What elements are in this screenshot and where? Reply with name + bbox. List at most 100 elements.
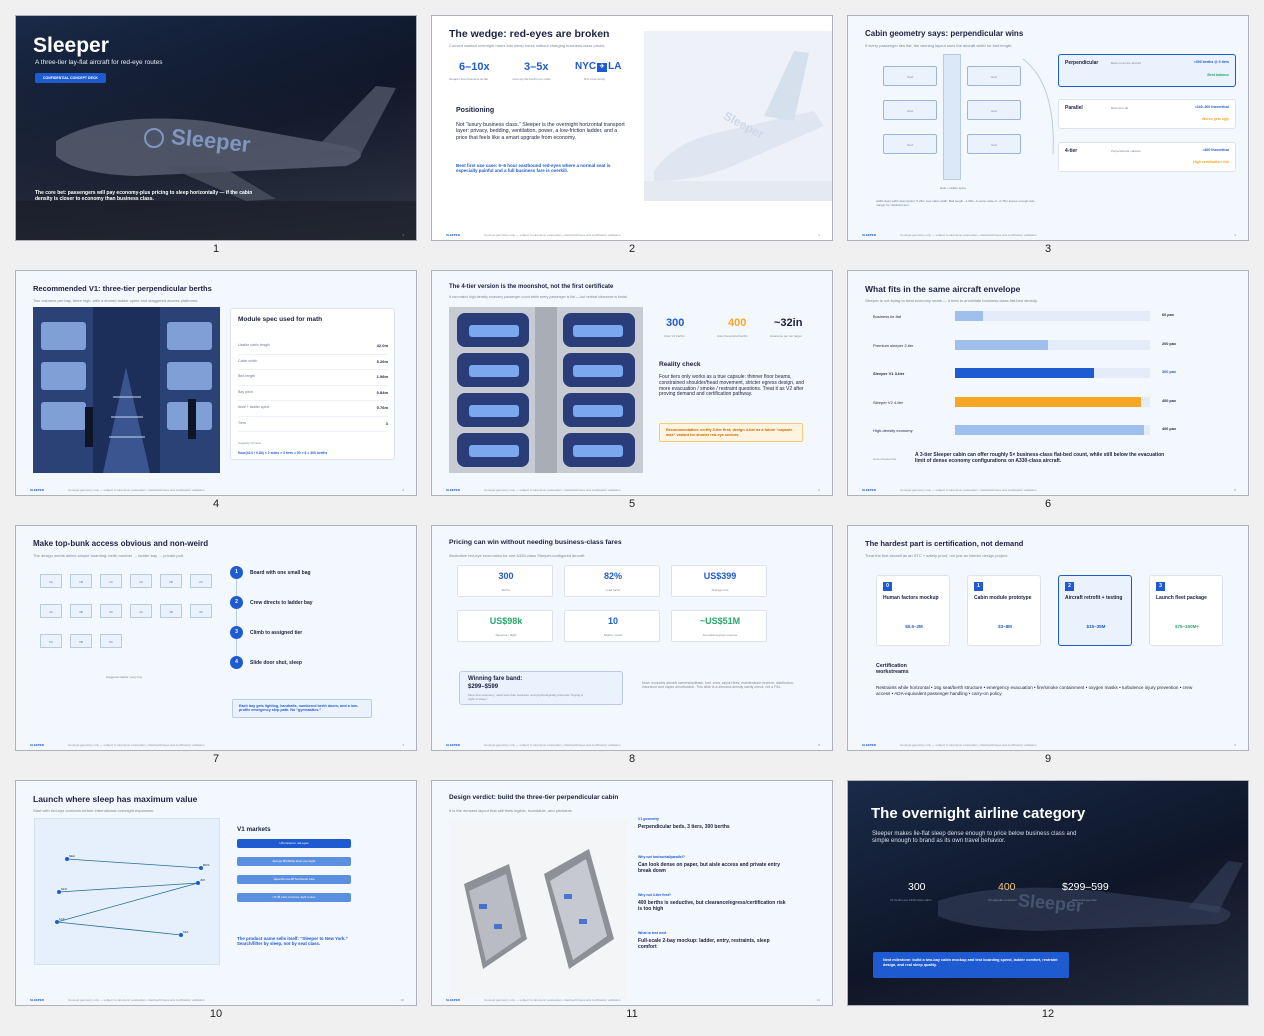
kpi-label: Berths <box>501 588 511 592</box>
market-pill[interactable]: Japan/Korea ⇄ Southeast Asia <box>237 875 351 884</box>
phase-number-badge: 3 <box>1156 582 1165 591</box>
option-tag: High certification risk <box>1193 160 1229 164</box>
berth-cell: 4A <box>130 604 152 618</box>
phase-cost: $0.5–2M <box>905 624 923 629</box>
slide-4-thumbnail[interactable]: Recommended V1: three-tier perpendicular… <box>15 270 417 496</box>
slide-8-thumbnail[interactable]: Pricing can win without needing business… <box>431 525 833 751</box>
stat-value: 300 <box>908 881 926 893</box>
option-card-4-tier[interactable]: 4-tier Perpendicular capsule ≈400 theore… <box>1058 142 1236 172</box>
slide-title: Make top-bunk access obvious and non-wei… <box>33 539 209 548</box>
slide-3-thumbnail[interactable]: Cabin geometry says: perpendicular wins … <box>847 15 1249 241</box>
verdict-value: 400 berths is seductive, but clearance/e… <box>638 900 786 912</box>
slide-title: Pricing can win without needing business… <box>449 539 622 546</box>
slide-number: 3 <box>1044 243 1052 255</box>
kpi-card: US$399 Average fare <box>671 565 767 597</box>
core-investor-line: A 3-tier Sleeper cabin can offer roughly… <box>915 452 1165 464</box>
slide-12-thumbnail[interactable]: Sleeper The overnight airline category S… <box>847 780 1249 1006</box>
phase-number-badge: 1 <box>974 582 983 591</box>
fare-band-text: More than economy, much less than busine… <box>468 693 583 701</box>
verdict-key: What to test next <box>638 931 667 935</box>
spec-value: 1.98m <box>376 374 388 379</box>
option-value: ≈300 berths @ 3 tiers <box>1193 60 1229 64</box>
fare-band-card: Winning fare band: $299–$599 More than e… <box>459 671 623 705</box>
slide-title: The 4-tier version is the moonshot, not … <box>449 284 614 290</box>
stat-label: target red-eye fare <box>1072 898 1097 902</box>
bar-fill <box>955 396 1141 407</box>
option-tag: Worse gets ugly <box>1202 117 1229 121</box>
berth-cell: 4B <box>160 604 182 618</box>
slide-10-thumbnail[interactable]: Launch where sleep has maximum value Sta… <box>15 780 417 1006</box>
footer: SLEEPER Concept geometry only — subject t… <box>30 488 206 492</box>
capacity-formula: floor(42.0 / 0.84) × 2 sides × 3 tiers =… <box>238 451 328 455</box>
next-milestone-button[interactable]: Next milestone: build a two-bay cabin mo… <box>873 952 1069 978</box>
bar-value: 300 pax <box>1162 370 1176 374</box>
kpi-label: Load factor <box>605 588 621 592</box>
kpi-card: 82% Load factor <box>564 565 660 597</box>
v1-markets-heading: V1 markets <box>237 826 271 833</box>
phase-card[interactable]: 0 Human factors mockup $0.5–2M <box>876 575 950 646</box>
kpi-card: US$98k Revenue / flight <box>457 610 553 642</box>
bar-label: High-density economy <box>873 428 913 433</box>
stat-label: V1 berths per A330-class cabin <box>890 898 932 902</box>
slide-9-thumbnail[interactable]: The hardest part is certification, not d… <box>847 525 1249 751</box>
spec-row: Cabin width 5.26m <box>238 355 388 370</box>
slide-5-thumbnail[interactable]: The 4-tier version is the moonshot, not … <box>431 270 833 496</box>
slide-title: The hardest part is certification, not d… <box>865 539 1024 548</box>
slide-subtitle: Illustrative red-eye economics for one A… <box>449 553 586 558</box>
fare-band-heading: Winning fare band: <box>468 676 523 682</box>
berth-cell: 3B <box>70 604 92 618</box>
slide-6-thumbnail[interactable]: What fits in the same aircraft envelope … <box>847 270 1249 496</box>
berth-cell: 5C <box>100 634 122 648</box>
bar-fill <box>955 339 1048 350</box>
verdict-key: V1 geometry <box>638 817 660 821</box>
page-number: 8 <box>818 743 820 747</box>
step-number-badge: 1 <box>230 566 243 579</box>
option-desc: Beds cross the aircraft <box>1111 61 1141 65</box>
deck-title: Sleeper <box>33 34 109 57</box>
phase-card[interactable]: 3 Launch fleet package $75–150M+ <box>1149 575 1223 646</box>
slide-11-thumbnail[interactable]: Design verdict: build the three-tier per… <box>431 780 833 1006</box>
page-number: 4 <box>402 488 404 492</box>
spec-label: Bay pitch <box>238 389 253 394</box>
verdict-key: Why not horizontal/parallel? <box>638 855 685 859</box>
slide-1-thumbnail[interactable]: Sleeper Sleeper A three-tier lay-flat ai… <box>15 15 417 241</box>
footer: SLEEPER Concept geometry only — subject t… <box>862 743 1038 747</box>
step-number-badge: 3 <box>230 626 243 639</box>
slide-number: 10 <box>209 1008 223 1020</box>
bar-fill <box>955 311 983 321</box>
stat-value: 6–10x <box>459 61 490 73</box>
stat-value: $299–599 <box>1062 881 1109 893</box>
bar-label: Business lie-flat <box>873 314 902 319</box>
bar-value: 400 pax <box>1162 398 1176 403</box>
slide-number: 5 <box>628 498 636 510</box>
market-pill[interactable]: US ⇄ Latin America night routes <box>237 893 351 902</box>
option-card-parallel[interactable]: Parallel Beds fore-aft ≈240–300 theoreti… <box>1058 99 1236 129</box>
spec-label: Tiers <box>238 420 246 425</box>
option-name: Parallel <box>1065 105 1083 111</box>
berth-cell: 4C <box>190 604 212 618</box>
slide-number: 11 <box>626 1008 638 1020</box>
slide-subtitle: Sleeper is not trying to beat economy se… <box>865 298 1038 303</box>
slide-7-thumbnail[interactable]: Make top-bunk access obvious and non-wei… <box>15 525 417 751</box>
spec-row: Tiers 3 <box>238 417 388 432</box>
phase-card[interactable]: 1 Cabin module prototype $3–8M <box>967 575 1041 646</box>
slide-subtitle: It can match high-density economy passen… <box>449 295 628 299</box>
stat-label: first route family <box>584 77 606 81</box>
slide-title: The wedge: red-eyes are broken <box>449 28 610 40</box>
stat-value: NYC ✈ LA <box>575 61 622 72</box>
phase-card[interactable]: 2 Aircraft retrofit + testing $15–35M <box>1058 575 1132 646</box>
market-pill[interactable]: Europe ⇄ Middle East overnight <box>237 857 351 866</box>
spec-value: 5.26m <box>376 358 388 364</box>
reality-check-text: Four tiers only works as a true capsule:… <box>659 374 805 398</box>
option-desc: Perpendicular capsule <box>1111 149 1141 153</box>
option-card-perpendicular[interactable]: Perpendicular Beds cross the aircraft ≈3… <box>1058 54 1236 87</box>
page-number: 9 <box>1234 743 1236 747</box>
closing-subtitle: Sleeper makes lie-flat sleep dense enoug… <box>872 831 1077 845</box>
slide-2-thumbnail[interactable]: Sleeper The wedge: red-eyes are broken C… <box>431 15 833 241</box>
stat-value: ~32in <box>774 317 803 329</box>
market-pill[interactable]: US transcon red-eyes <box>237 839 351 848</box>
page-number: 6 <box>1234 488 1236 492</box>
footer: SLEEPER Concept geometry only — subject t… <box>446 233 622 237</box>
slide-number: 8 <box>628 753 636 765</box>
phase-cost: $75–150M+ <box>1175 624 1199 629</box>
